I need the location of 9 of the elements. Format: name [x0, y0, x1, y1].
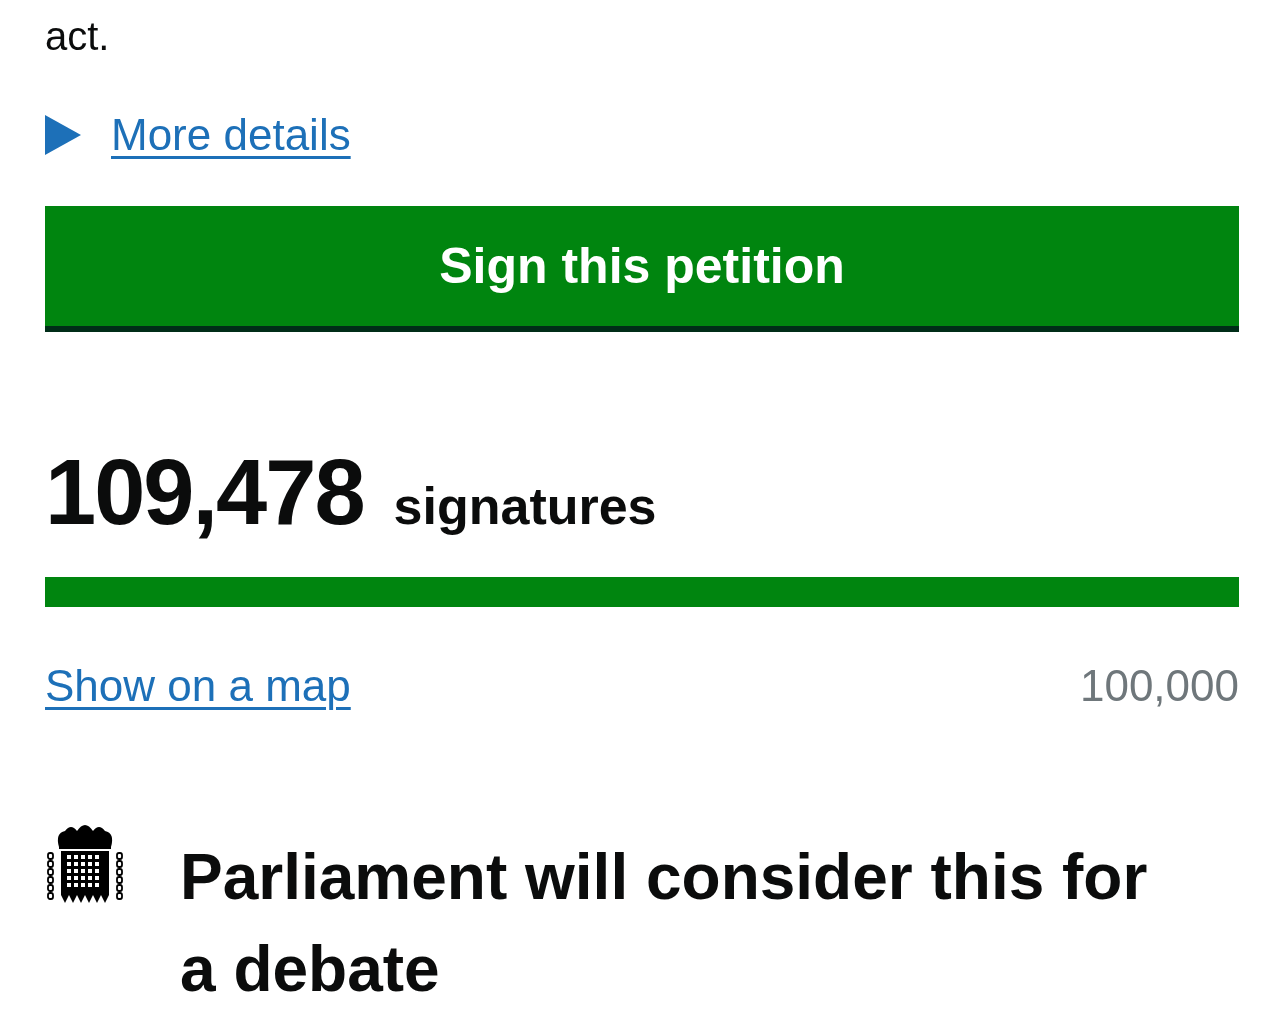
debate-heading: Parliament will consider this for a debate: [180, 840, 1149, 1007]
signature-count: 109,478: [45, 442, 364, 542]
more-details-link[interactable]: More details: [111, 108, 351, 162]
triangle-icon[interactable]: [45, 115, 81, 155]
sign-petition-button[interactable]: Sign this petition: [45, 206, 1239, 332]
signatures-label: signatures: [393, 476, 657, 537]
description-text: act.: [45, 13, 111, 60]
signature-target: 100,000: [1079, 660, 1239, 712]
show-map-link[interactable]: Show on a map: [45, 659, 351, 713]
